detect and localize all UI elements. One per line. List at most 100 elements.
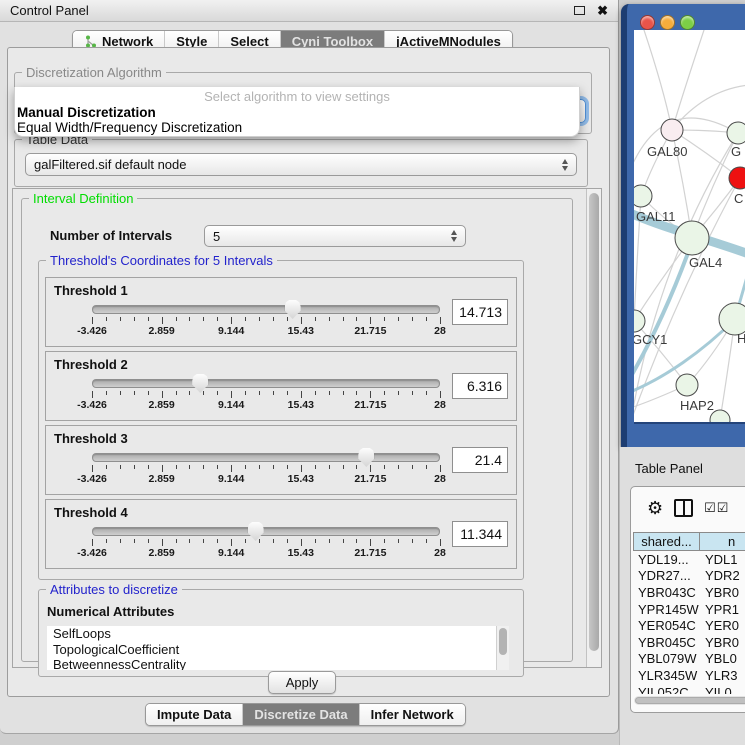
network-node-g[interactable] [727,122,745,144]
horizontal-scrollbar-thumb[interactable] [635,697,745,704]
control-panel-titlebar[interactable]: Control Panel ✖ [0,0,618,22]
list-scrollbar[interactable] [496,626,509,670]
column-header[interactable]: shared... [633,532,700,551]
threshold-slider[interactable]: -3.4262.8599.14415.4321.71528 [92,305,440,337]
table-cell[interactable]: YPR145W [633,602,700,617]
tab-infer-network[interactable]: Infer Network [359,704,465,725]
dropdown-option-manual-discretization[interactable]: Manual Discretization [15,105,579,120]
table-cell[interactable]: YBR0 [700,585,745,600]
table-cell[interactable]: YPR1 [700,602,745,617]
node-label: H [737,331,745,346]
threshold-value-field[interactable]: 6.316 [452,373,508,399]
table-cell[interactable]: YBL079W [633,651,700,666]
slider-track[interactable] [92,305,440,314]
network-edge-thick[interactable] [634,242,692,378]
vertical-scrollbar[interactable] [586,189,601,667]
table-row[interactable]: YLR345WYLR3 [633,667,745,684]
table-cell[interactable]: YER054C [633,618,700,633]
table-row[interactable]: YBR043CYBR0 [633,584,745,601]
table-row[interactable]: YPR145WYPR1 [633,601,745,618]
close-traffic-light[interactable] [640,15,655,30]
tick-label: 2.859 [148,399,174,411]
float-window-icon[interactable] [574,6,585,15]
tab-discretize-data[interactable]: Discretize Data [242,704,358,725]
tick-label: 28 [434,325,446,337]
number-of-intervals-label: Number of Intervals [50,228,172,243]
network-edge[interactable] [644,30,672,130]
table-cell[interactable]: YDR2 [700,568,745,583]
table-cell[interactable]: YIL052C [633,685,700,694]
threshold-value-field[interactable]: 21.4 [452,447,508,473]
table-cell[interactable]: YBR045C [633,635,700,650]
attribute-item-betweennesscentrality[interactable]: BetweennessCentrality [47,657,509,670]
threshold-slider[interactable]: -3.4262.8599.14415.4321.71528 [92,379,440,411]
table-cell[interactable]: YLR3 [700,668,745,683]
slider-track[interactable] [92,453,440,462]
attribute-item-topologicalcoefficient[interactable]: TopologicalCoefficient [47,642,509,658]
table-cell[interactable]: YIL0 [700,685,745,694]
network-node-gcy1[interactable] [634,310,645,332]
table-cell[interactable]: YBL0 [700,651,745,666]
checked-columns-icon[interactable]: ☑☑ [704,500,729,516]
vertical-scrollbar-thumb[interactable] [589,193,599,651]
gear-icon[interactable]: ⚙ [647,499,663,517]
numerical-attributes-list[interactable]: SelfLoopsTopologicalCoefficientBetweenne… [47,626,509,670]
list-scrollbar-thumb[interactable] [499,628,507,655]
threshold-label: Threshold 4 [54,505,128,520]
threshold-value-field[interactable]: 11.344 [452,521,508,547]
minor-tick [120,465,121,469]
threshold-slider[interactable]: -3.4262.8599.14415.4321.71528 [92,527,440,559]
table-cell[interactable]: YLR345W [633,668,700,683]
table-row[interactable]: YDR27...YDR2 [633,568,745,585]
slider-track[interactable] [92,527,440,536]
network-view-window[interactable]: GAL80GCGAL11GAL4GCY1HHAP2 [621,4,745,447]
minor-tick [384,465,385,469]
network-canvas[interactable]: GAL80GCGAL11GAL4GCY1HHAP2 [634,30,745,424]
number-of-intervals-combobox[interactable]: 5 [204,225,466,247]
minor-tick [106,465,107,469]
table-data-combobox[interactable]: galFiltered.sif default node [25,153,577,176]
attribute-item-selfloops[interactable]: SelfLoops [47,626,509,642]
minor-tick [148,391,149,395]
apply-button[interactable]: Apply [268,671,336,694]
network-node-gal11[interactable] [634,185,652,207]
interval-definition-group: Interval Definition Number of Intervals … [21,198,573,662]
table-cell[interactable]: YBR043C [633,585,700,600]
split-columns-icon[interactable] [674,499,693,517]
major-tick [440,391,441,398]
major-tick [370,539,371,546]
minor-tick [189,539,190,543]
table-cell[interactable]: YDL19... [633,552,700,567]
table-row[interactable]: YDL19...YDL1 [633,551,745,568]
dropdown-option-equal-width-frequency-discretization[interactable]: Equal Width/Frequency Discretization [15,120,579,135]
tab-impute-data[interactable]: Impute Data [146,704,242,725]
network-node-hap2[interactable] [676,374,698,396]
slider-track[interactable] [92,379,440,388]
table-row[interactable]: YIL052CYIL0 [633,684,745,694]
table-row[interactable]: YER054CYER0 [633,617,745,634]
table-row[interactable]: YBR045CYBR0 [633,634,745,651]
tick-label: 28 [434,399,446,411]
threshold-value-field[interactable]: 14.713 [452,299,508,325]
table-row[interactable]: YBL079WYBL0 [633,651,745,668]
network-node-c[interactable] [729,167,745,189]
table-cell[interactable]: YDL1 [700,552,745,567]
threshold-label: Threshold 3 [54,431,128,446]
horizontal-scrollbar[interactable] [634,696,745,705]
table-cell[interactable]: YDR27... [633,568,700,583]
minor-tick [329,317,330,321]
minor-tick [120,391,121,395]
network-node-gal4[interactable] [675,221,709,255]
network-node-gal80[interactable] [661,119,683,141]
table-cell[interactable]: YBR0 [700,635,745,650]
threshold-slider[interactable]: -3.4262.8599.14415.4321.71528 [92,453,440,485]
zoom-traffic-light[interactable] [680,15,695,30]
minor-tick [273,391,274,395]
table-cell[interactable]: YER0 [700,618,745,633]
column-header[interactable]: n [700,532,745,551]
numerical-attributes-label: Numerical Attributes [47,604,174,619]
tick-label: -3.426 [77,325,107,337]
network-edge[interactable] [672,30,704,130]
minimize-traffic-light[interactable] [660,15,675,30]
close-icon[interactable]: ✖ [597,4,608,17]
